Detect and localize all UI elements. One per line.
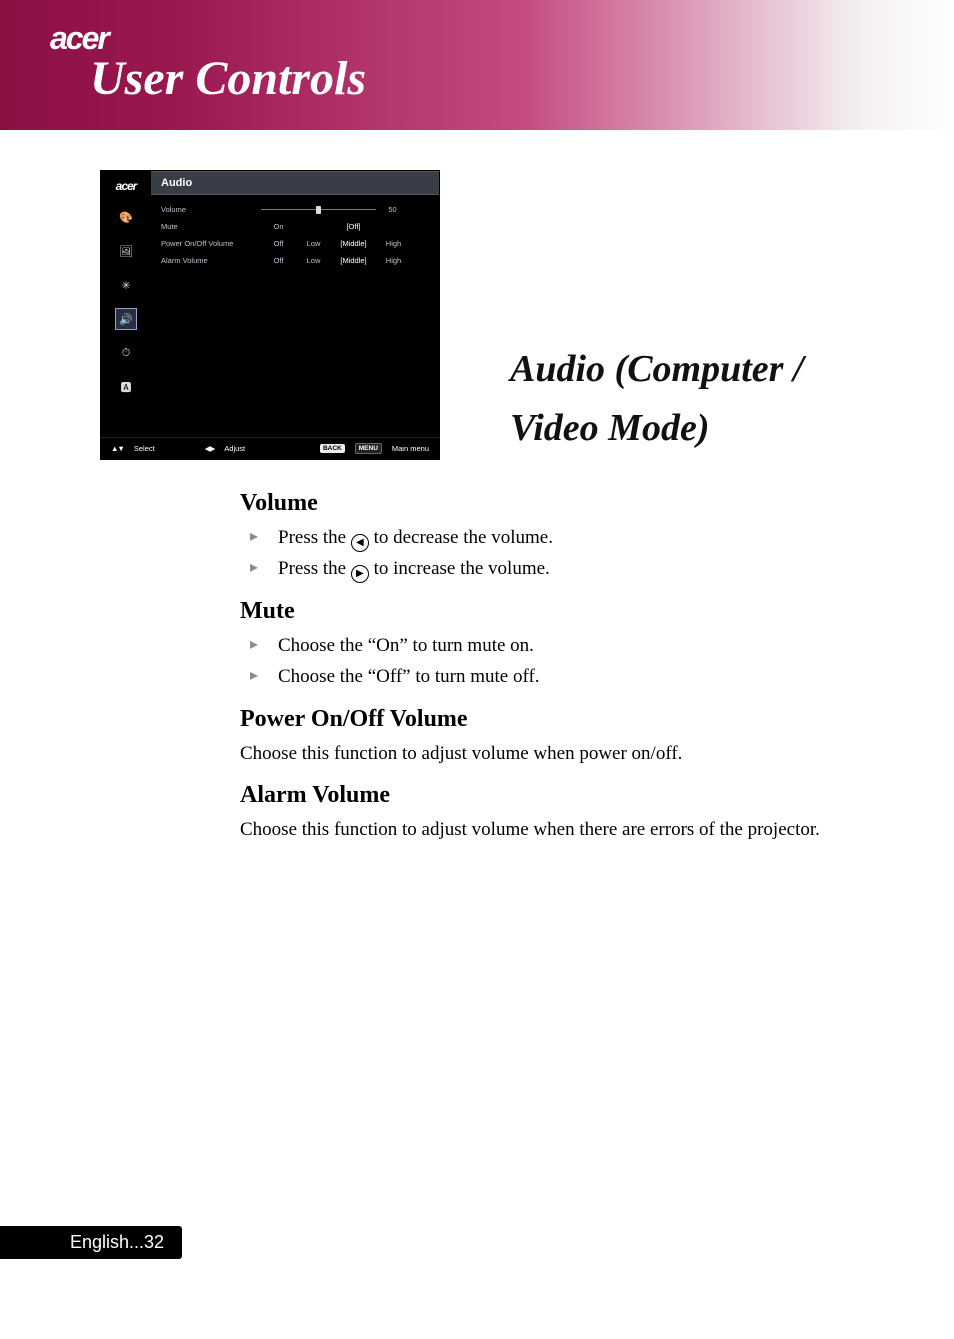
page-number-tab: English...32 <box>0 1226 182 1259</box>
management-icon: ✳ <box>116 275 136 295</box>
language-icon: 🅰 <box>116 377 136 397</box>
volume-bullet-increase: Press the ▶ to increase the volume. <box>240 554 894 583</box>
volume-bullet-decrease: Press the ◀ to decrease the volume. <box>240 523 894 552</box>
page: acer User Controls acer 🎨 🖼 ✳ 🔊 ⏱ 🅰 Audi… <box>0 0 954 1339</box>
content-area: acer 🎨 🖼 ✳ 🔊 ⏱ 🅰 Audio Volume <box>0 130 954 845</box>
page-title: User Controls <box>90 51 954 106</box>
osd-row-mute: Mute On [Off] <box>151 218 439 235</box>
osd-header: Audio <box>151 171 439 195</box>
slider-track <box>261 209 376 210</box>
osd-body-wrap: acer 🎨 🖼 ✳ 🔊 ⏱ 🅰 Audio Volume <box>101 171 439 437</box>
heading-mute: Mute <box>240 598 894 625</box>
header-banner: acer User Controls <box>0 0 954 130</box>
back-button-label: BACK <box>320 444 345 453</box>
osd-power-high: High <box>376 239 411 248</box>
osd-power-label: Power On/Off Volume <box>161 239 261 248</box>
osd-rows: Volume 50 Mute On [ <box>151 195 439 275</box>
osd-alarm-middle-selected: [Middle] <box>331 256 376 265</box>
text-fragment: to decrease the volume. <box>369 527 553 548</box>
osd-alarm-low: Low <box>296 256 331 265</box>
osd-volume-slider <box>261 206 376 214</box>
osd-mute-label: Mute <box>161 222 261 231</box>
power-volume-paragraph: Choose this function to adjust volume wh… <box>240 739 894 768</box>
osd-power-low: Low <box>296 239 331 248</box>
left-right-arrows-icon: ◀▶ <box>205 444 215 453</box>
heading-volume: Volume <box>240 490 894 517</box>
mute-bullet-off: Choose the “Off” to turn mute off. <box>240 662 894 691</box>
osd-row-power-volume: Power On/Off Volume Off Low [Middle] Hig… <box>151 235 439 252</box>
text-fragment: Press the <box>278 527 351 548</box>
osd-footer-adjust: Adjust <box>224 444 245 453</box>
volume-list: Press the ◀ to decrease the volume. Pres… <box>240 523 894 584</box>
osd-screenshot: acer 🎨 🖼 ✳ 🔊 ⏱ 🅰 Audio Volume <box>100 170 440 460</box>
slider-thumb <box>316 206 321 214</box>
osd-alarm-label: Alarm Volume <box>161 256 261 265</box>
up-down-arrows-icon: ▲▼ <box>111 444 124 453</box>
osd-volume-value: 50 <box>376 205 411 214</box>
left-arrow-key-icon: ◀ <box>351 534 369 552</box>
osd-row-volume: Volume 50 <box>151 201 439 218</box>
osd-sidebar: acer 🎨 🖼 ✳ 🔊 ⏱ 🅰 <box>101 171 151 437</box>
osd-mute-off-selected: [Off] <box>331 222 376 231</box>
heading-alarm-volume: Alarm Volume <box>240 782 894 809</box>
heading-power-volume: Power On/Off Volume <box>240 706 894 733</box>
osd-footer-main-menu: Main menu <box>392 444 429 453</box>
osd-alarm-high: High <box>376 256 411 265</box>
osd-footer: ▲▼ Select ◀▶ Adjust BACK MENU Main menu <box>101 437 439 459</box>
audio-icon: 🔊 <box>116 309 136 329</box>
osd-brand-logo: acer <box>116 179 137 193</box>
text-fragment: Press the <box>278 558 351 579</box>
osd-footer-select: Select <box>134 444 155 453</box>
osd-row-alarm-volume: Alarm Volume Off Low [Middle] High <box>151 252 439 269</box>
mute-bullet-on: Choose the “On” to turn mute on. <box>240 631 894 660</box>
osd-mute-on: On <box>261 222 296 231</box>
osd-panel: Audio Volume 50 Mute <box>151 171 439 437</box>
body-text: Volume Press the ◀ to decrease the volum… <box>240 490 894 845</box>
osd-alarm-off: Off <box>261 256 296 265</box>
osd-power-middle-selected: [Middle] <box>331 239 376 248</box>
image-icon: 🖼 <box>116 241 136 261</box>
section-title: Audio (Computer / Video Mode) <box>510 340 870 458</box>
mute-list: Choose the “On” to turn mute on. Choose … <box>240 631 894 692</box>
timer-icon: ⏱ <box>116 343 136 363</box>
color-icon: 🎨 <box>116 207 136 227</box>
osd-power-off: Off <box>261 239 296 248</box>
right-arrow-key-icon: ▶ <box>351 565 369 583</box>
menu-button-label: MENU <box>355 443 382 454</box>
osd-volume-label: Volume <box>161 205 261 214</box>
alarm-volume-paragraph: Choose this function to adjust volume wh… <box>240 815 894 844</box>
text-fragment: to increase the volume. <box>369 558 550 579</box>
